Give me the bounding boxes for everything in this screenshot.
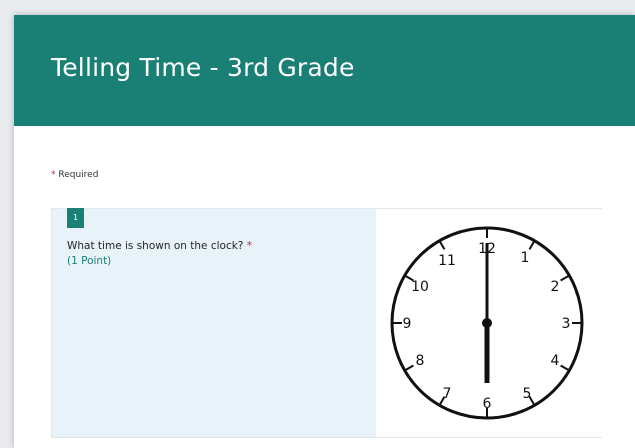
form-header: Telling Time - 3rd Grade [14,15,635,126]
clock-number: 4 [551,353,560,369]
question-number-badge: 1 [67,208,84,228]
clock-image: 121234567891011 [376,209,603,437]
question-points: (1 Point) [67,255,112,267]
question-label: What time is shown on the clock? [67,240,244,252]
form-page: Telling Time - 3rd Grade * Required 1 Wh… [14,15,635,448]
clock-number: 10 [411,279,429,295]
clock-number: 11 [438,253,456,269]
question-card: 1 What time is shown on the clock? * (1 … [51,208,603,438]
question-required-star: * [246,240,252,252]
required-note: * Required [51,170,98,180]
form-title: Telling Time - 3rd Grade [51,53,355,82]
clock-number: 8 [416,353,425,369]
clock-number: 9 [403,316,412,332]
clock-number: 3 [562,316,571,332]
required-star: * [51,170,56,180]
clock-number: 6 [483,396,492,412]
clock-center-hub [482,318,492,328]
required-label: Required [58,170,99,180]
clock-number: 5 [523,386,532,402]
clock-number: 1 [521,250,530,266]
clock-number: 2 [551,279,560,295]
clock-number: 7 [443,386,452,402]
question-text: What time is shown on the clock? * [67,240,252,252]
clock-face-icon: 121234567891011 [390,226,584,420]
